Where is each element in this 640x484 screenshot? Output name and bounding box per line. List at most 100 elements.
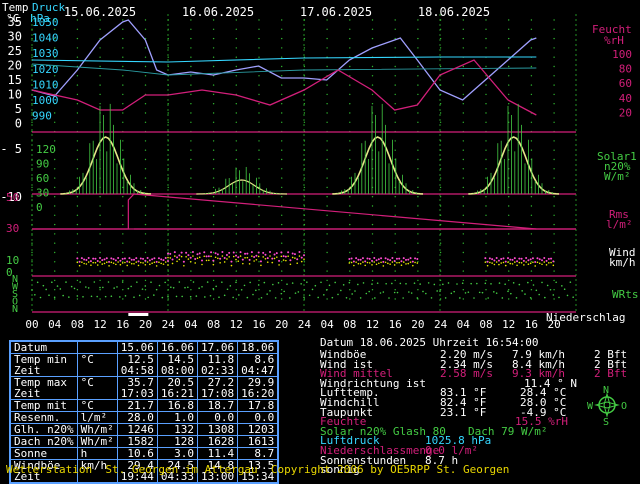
wind-gust-point (498, 263, 500, 266)
solar-tick: 120 (36, 143, 56, 156)
grid-dot (76, 233, 79, 235)
wind-gust-point (414, 261, 416, 264)
wind-point (518, 257, 521, 260)
wind-point (278, 259, 281, 262)
wind-point (348, 257, 351, 260)
wdir-point (289, 297, 291, 299)
wind-gust-point (538, 262, 541, 265)
wind-gust-point (198, 256, 201, 259)
grid-dot (76, 28, 79, 30)
wdir-point (187, 286, 189, 289)
wind-gust-point (83, 262, 85, 265)
grid-dot (54, 242, 56, 244)
grid-dot (190, 65, 192, 68)
wind-point (96, 260, 99, 263)
wind-point (409, 257, 412, 260)
grid-dot (508, 233, 510, 235)
wdir-point (512, 282, 515, 284)
wdir-point (110, 295, 113, 297)
grid-dot (417, 186, 419, 189)
grid-dot (99, 289, 101, 291)
grid-dot (235, 121, 237, 124)
wind-point (126, 260, 129, 263)
grid-dot (439, 121, 442, 124)
grid-dot (122, 177, 124, 179)
grid-dot (462, 223, 464, 226)
wind-gust-point (393, 264, 396, 266)
wind-point (244, 252, 247, 255)
grid-dot (190, 121, 192, 124)
grid-dot (281, 65, 283, 68)
summary-row-unit: l/m² (76, 411, 118, 424)
wdir-point (39, 296, 42, 299)
grid-dot (349, 233, 351, 235)
summary-cell: 1308 (196, 423, 239, 436)
grid-dot (394, 223, 396, 226)
reading-value: 2.58 m/s (440, 367, 493, 381)
hour-tick: 16 (389, 318, 402, 330)
grid-dot (326, 158, 328, 161)
hour-tick: 12 (93, 318, 106, 330)
wdir-point (96, 295, 98, 298)
grid-dot (190, 298, 192, 300)
wdir-point (90, 295, 93, 298)
grid-dot (394, 242, 396, 244)
grid-dot (530, 279, 533, 282)
grid-dot (462, 149, 464, 151)
grid-dot (508, 84, 510, 86)
grid-dot (258, 37, 260, 40)
grid-dot (99, 65, 101, 68)
wdir-point (291, 282, 294, 284)
wdir-point (555, 281, 557, 284)
grid-dot (258, 140, 260, 142)
grid-dot (394, 205, 396, 207)
wind-point (230, 260, 233, 263)
wdir-point (470, 282, 472, 285)
grid-dot (258, 168, 260, 170)
grid-dot (76, 196, 79, 198)
wind-point (384, 257, 387, 260)
grid-dot (31, 261, 33, 263)
grid-dot (553, 103, 555, 105)
wdir-point (362, 282, 365, 284)
grid-dot (439, 65, 442, 68)
wind-point (395, 257, 398, 260)
wind-point (139, 257, 142, 260)
grid-dot (54, 279, 56, 282)
wind-point (507, 257, 509, 260)
wind-point (130, 258, 133, 261)
wind-gust-point (541, 263, 543, 266)
grid-dot (349, 223, 351, 226)
wdir-point (464, 292, 467, 294)
wdir-point (442, 283, 444, 286)
grid-dot (54, 158, 56, 161)
grid-dot (190, 233, 192, 235)
grid-dot (144, 28, 147, 30)
grid-dot (190, 112, 192, 114)
grid-dot (235, 223, 237, 226)
wdir-point (498, 282, 501, 284)
wind-point (355, 257, 358, 260)
grid-dot (99, 298, 101, 300)
wind-point (534, 260, 537, 263)
grid-dot (212, 205, 215, 207)
wind-point (123, 257, 126, 260)
wdir-point (263, 281, 266, 284)
wind-point (531, 257, 534, 260)
wind-gust-point (353, 264, 355, 267)
grid-dot (417, 28, 419, 30)
wdir-point (51, 281, 53, 283)
wind-point (359, 258, 362, 261)
grid-dot (235, 47, 237, 49)
wind-point (148, 259, 151, 262)
grid-dot (371, 37, 374, 40)
solar-curve-day4 (468, 136, 560, 195)
grid-dot (326, 103, 328, 105)
wind-gust-point (532, 261, 534, 264)
wdir-point (345, 296, 348, 299)
wdir-point (374, 297, 376, 299)
grid-dot (553, 223, 555, 226)
grid-dot (122, 279, 124, 282)
grid-dot (235, 205, 237, 207)
grid-dot (76, 112, 79, 114)
